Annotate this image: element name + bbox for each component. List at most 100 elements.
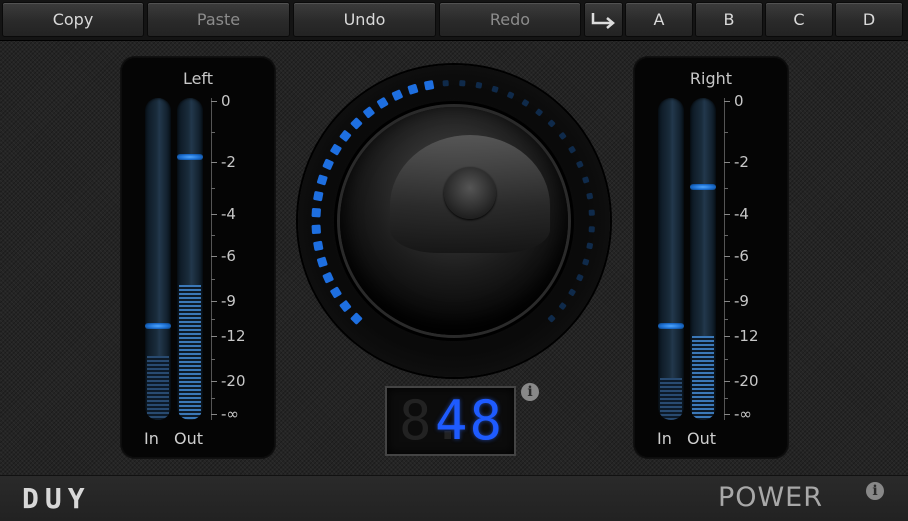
- ring-segment-unlit: [588, 226, 595, 233]
- scale-label: -20: [734, 372, 759, 390]
- scale-tick: [724, 301, 730, 302]
- ring-segment-lit: [350, 312, 363, 325]
- ring-segment-unlit: [576, 160, 584, 168]
- scale-label: -∞: [221, 405, 239, 423]
- right-out-label: Out: [687, 429, 717, 448]
- scale-label: -6: [221, 247, 236, 265]
- scale-label: -9: [734, 292, 749, 310]
- preset-a-button[interactable]: A: [626, 3, 692, 36]
- preset-c-label: C: [793, 10, 805, 29]
- scale-label: -12: [221, 327, 246, 345]
- ring-segment-unlit: [547, 119, 556, 128]
- scale-minor-tick: [724, 358, 728, 360]
- brand-logo: DUY: [22, 482, 91, 515]
- ring-segment-unlit: [586, 192, 593, 200]
- scale-label: -4: [221, 205, 236, 223]
- scale-minor-tick: [724, 188, 728, 189]
- ring-segment-unlit: [507, 91, 515, 99]
- scale-label: -2: [734, 153, 749, 171]
- preset-d-button[interactable]: D: [836, 3, 902, 36]
- about-info-icon[interactable]: i: [866, 482, 884, 500]
- scale-tick: [211, 414, 217, 415]
- copy-label: Copy: [52, 10, 94, 29]
- ring-segment-unlit: [568, 146, 576, 154]
- left-meter-panel: Left 0 -2 -4 -6 -9 -12 -20 -∞ In Out: [121, 57, 275, 458]
- scale-minor-tick: [211, 358, 215, 360]
- ring-segment-lit: [311, 224, 321, 235]
- right-in-peak-marker: [658, 323, 684, 329]
- ring-segment-lit: [316, 174, 328, 186]
- scale-minor-tick: [724, 318, 728, 320]
- ring-segment-lit: [322, 272, 334, 284]
- ring-segment-unlit: [576, 274, 584, 282]
- right-meter-panel: Right 0 -2 -4 -6 -9 -12 -20 -∞ In Out: [634, 57, 788, 458]
- scale-tick: [724, 101, 730, 102]
- scale-label: 0: [221, 92, 231, 110]
- right-in-level: [660, 378, 682, 420]
- scale-tick: [211, 101, 217, 102]
- preset-a-label: A: [653, 10, 665, 29]
- return-arrow-icon: [591, 12, 615, 29]
- scale-minor-tick: [724, 278, 728, 280]
- redo-button[interactable]: Redo: [440, 3, 580, 36]
- plugin-window: Copy Paste Undo Redo A B C D Left 0 -2 -4 -…: [0, 0, 908, 521]
- right-out-level: [692, 336, 714, 420]
- scale-minor-tick: [211, 397, 215, 399]
- ring-segment-unlit: [568, 288, 576, 296]
- scale-tick: [211, 214, 217, 215]
- scale-tick: [211, 381, 217, 382]
- left-in-level: [147, 355, 169, 420]
- ring-segment-unlit: [559, 302, 567, 310]
- scale-minor-tick: [211, 131, 215, 133]
- scale-tick: [211, 256, 217, 257]
- ring-segment-lit: [363, 106, 375, 119]
- scale-minor-tick: [724, 131, 728, 133]
- ring-segment-lit: [330, 286, 342, 299]
- ring-segment-unlit: [491, 85, 499, 93]
- scale-tick: [724, 256, 730, 257]
- info-icon[interactable]: i: [521, 383, 539, 401]
- left-panel-title: Left: [182, 69, 214, 88]
- ring-segment-lit: [313, 240, 324, 251]
- ring-segment-lit: [316, 256, 328, 268]
- power-knob[interactable]: [340, 107, 568, 335]
- value-display: 8. 48: [385, 386, 516, 456]
- knob-position-indicator: [444, 167, 496, 219]
- ring-segment-lit: [330, 143, 342, 156]
- ring-segment-unlit: [442, 80, 449, 87]
- power-knob-housing: [298, 65, 610, 377]
- ring-segment-lit: [339, 300, 352, 312]
- swap-button[interactable]: [585, 3, 622, 36]
- display-value: 48: [434, 389, 504, 452]
- ring-segment-lit: [313, 191, 324, 202]
- ring-segment-unlit: [475, 82, 483, 89]
- preset-c-button[interactable]: C: [766, 3, 832, 36]
- ring-segment-unlit: [586, 242, 593, 250]
- preset-d-label: D: [862, 10, 876, 29]
- copy-button[interactable]: Copy: [3, 3, 143, 36]
- left-in-label: In: [144, 429, 159, 448]
- ring-segment-unlit: [535, 108, 543, 116]
- scale-tick: [211, 336, 217, 337]
- scale-label: 0: [734, 92, 744, 110]
- left-db-scale: 0 -2 -4 -6 -9 -12 -20 -∞: [211, 92, 261, 423]
- scale-tick: [724, 381, 730, 382]
- paste-button[interactable]: Paste: [148, 3, 289, 36]
- right-in-meter: [658, 98, 684, 420]
- scale-tick: [211, 301, 217, 302]
- right-db-scale: 0 -2 -4 -6 -9 -12 -20 -∞: [724, 92, 774, 423]
- ring-segment-unlit: [582, 258, 590, 266]
- scale-minor-tick: [724, 397, 728, 399]
- ring-segment-lit: [311, 207, 321, 218]
- ring-segment-lit: [339, 130, 352, 142]
- undo-button[interactable]: Undo: [294, 3, 435, 36]
- paste-label: Paste: [196, 10, 241, 29]
- scale-label: -6: [734, 247, 749, 265]
- right-in-label: In: [657, 429, 672, 448]
- left-in-meter: [145, 98, 171, 420]
- left-out-meter: [177, 98, 203, 420]
- product-name: POWER: [717, 482, 823, 513]
- ring-segment-lit: [391, 89, 403, 101]
- preset-b-button[interactable]: B: [696, 3, 762, 36]
- ring-segment-unlit: [459, 80, 466, 87]
